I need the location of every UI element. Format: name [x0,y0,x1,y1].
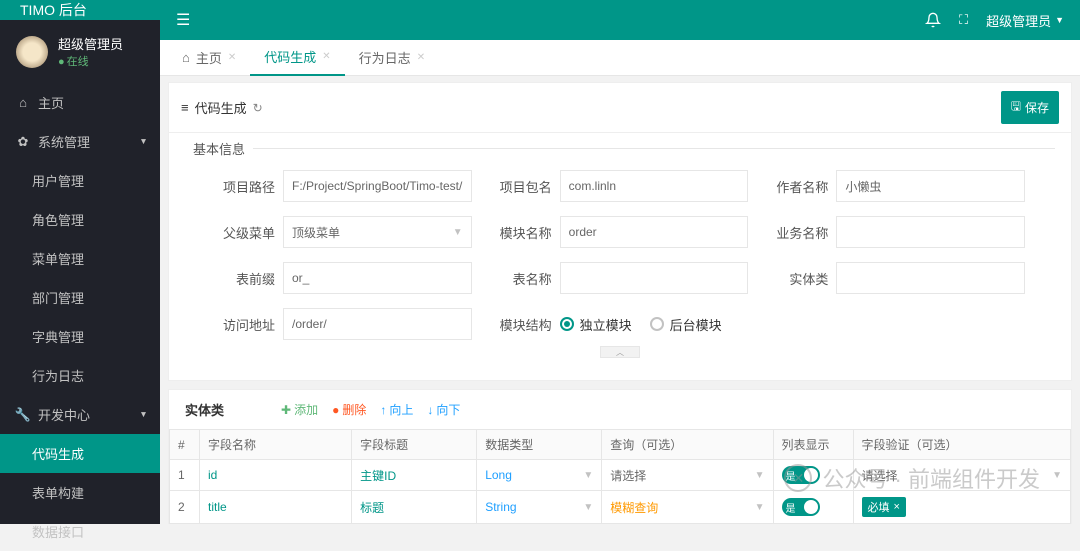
nav-label: 主页 [38,93,64,112]
module-name-input[interactable] [560,216,749,248]
chevron-down-icon: ▼ [755,470,765,481]
move-up-button[interactable]: ↑向上 [380,401,413,418]
nav-behavior-log[interactable]: 行为日志 [0,356,160,395]
close-icon[interactable]: ✕ [322,51,330,62]
nav-menu-mgmt[interactable]: 菜单管理 [0,239,160,278]
parent-menu-select[interactable]: 顶级菜单▼ [283,216,472,248]
nav-dict-mgmt[interactable]: 字典管理 [0,317,160,356]
table-name-input[interactable] [560,262,749,294]
user-block: 超级管理员 在线 [0,20,160,83]
chevron-down-icon: ▼ [755,502,765,513]
avatar[interactable] [16,36,48,68]
table-row[interactable]: 2 title 标题 String▼ 模糊查询▼ 是 必填 × [170,491,1071,524]
nav-label: 系统管理 [38,132,90,151]
card-title: ≡ 代码生成 ↻ [181,98,263,117]
table-row[interactable]: 1 id 主键ID Long▼ 请选择▼ 是 请选择▼ [170,460,1071,491]
fieldset-legend: 基本信息 [185,139,253,158]
admin-label: 超级管理员 [986,11,1051,30]
chevron-down-icon: ▼ [1052,470,1062,481]
arrow-up-icon: ↑ [380,403,386,417]
refresh-icon[interactable]: ↻ [253,101,263,115]
tab-bar: ⌂ 主页 ✕ 代码生成 ✕ 行为日志 ✕ [160,40,1080,76]
nav-role-mgmt[interactable]: 角色管理 [0,200,160,239]
field-name-cell[interactable]: title [200,491,352,524]
switch-on[interactable]: 是 [782,466,820,484]
tab-codegen[interactable]: 代码生成 ✕ [250,40,344,76]
admin-dropdown[interactable]: 超级管理员 ▼ [986,11,1064,30]
biz-name-input[interactable] [836,216,1025,248]
field-name-cell[interactable]: id [200,460,352,491]
switch-on[interactable]: 是 [782,498,820,516]
sidebar-toggle-icon[interactable]: ☰ [176,10,190,30]
entity-input[interactable] [836,262,1025,294]
entity-title: 实体类 [185,400,265,419]
chevron-down-icon: ▼ [1055,15,1064,25]
query-select[interactable]: 模糊查询▼ [610,499,764,516]
move-down-button[interactable]: ↓向下 [427,401,460,418]
collapse-handle[interactable]: ︿ [600,346,640,358]
tab-home[interactable]: ⌂ 主页 ✕ [168,40,250,76]
arrow-down-icon: ↓ [427,403,433,417]
close-icon[interactable]: × [894,501,900,513]
radio-icon [560,317,574,331]
chevron-up-icon: ▴ [141,409,146,420]
user-status: 在线 [58,53,123,69]
wrench-icon: 🔧 [16,407,30,423]
nav-home[interactable]: ⌂ 主页 [0,83,160,122]
nav-dev[interactable]: 🔧 开发中心 ▴ [0,395,160,434]
nav-data-api[interactable]: 数据接口 [0,512,160,551]
chevron-down-icon: ▼ [583,502,593,513]
chevron-up-icon: ▴ [141,136,146,147]
package-input[interactable] [560,170,749,202]
radio-backend[interactable]: 后台模块 [650,315,722,334]
home-icon: ⌂ [16,95,30,110]
save-icon: 🖫 [1011,97,1021,118]
topbar: ☰ ⛶ 超级管理员 ▼ [160,0,1080,40]
author-input[interactable] [836,170,1025,202]
plus-icon: ✚ [281,403,291,417]
close-icon[interactable]: ✕ [417,52,425,63]
nav-label: 开发中心 [38,405,90,424]
query-select[interactable]: 请选择▼ [610,467,764,484]
nav-dept-mgmt[interactable]: 部门管理 [0,278,160,317]
save-button[interactable]: 🖫 保存 [1001,91,1059,124]
type-select[interactable]: String▼ [485,500,593,514]
radio-icon [650,317,664,331]
validate-select[interactable]: 请选择▼ [862,467,1062,484]
list-icon: ≡ [181,100,189,115]
nav-codegen[interactable]: 代码生成 [0,434,160,473]
required-badge[interactable]: 必填 × [862,497,906,517]
minus-icon: ● [332,403,339,417]
radio-standalone[interactable]: 独立模块 [560,315,632,334]
table-prefix-input[interactable] [283,262,472,294]
project-path-input[interactable] [283,170,472,202]
field-title-cell[interactable]: 主键ID [352,460,477,491]
type-select[interactable]: Long▼ [485,468,593,482]
url-input[interactable] [283,308,472,340]
entity-table: # 字段名称 字段标题 数据类型 查询（可选） 列表显示 字段验证（可选） 1 … [169,429,1071,524]
add-button[interactable]: ✚添加 [281,401,318,418]
nav-user-mgmt[interactable]: 用户管理 [0,161,160,200]
home-icon: ⌂ [182,50,190,65]
tab-log[interactable]: 行为日志 ✕ [345,40,439,76]
chevron-down-icon: ▼ [583,470,593,481]
field-title-cell[interactable]: 标题 [352,491,477,524]
delete-button[interactable]: ●删除 [332,401,366,418]
logo: TIMO 后台 [0,0,160,20]
gear-icon: ✿ [16,134,30,150]
chevron-down-icon: ▼ [453,227,463,238]
bell-icon[interactable] [925,12,941,28]
fullscreen-icon[interactable]: ⛶ [959,12,968,28]
close-icon[interactable]: ✕ [228,52,236,63]
nav-form-build[interactable]: 表单构建 [0,473,160,512]
nav-system[interactable]: ✿ 系统管理 ▴ [0,122,160,161]
user-name: 超级管理员 [58,34,123,53]
